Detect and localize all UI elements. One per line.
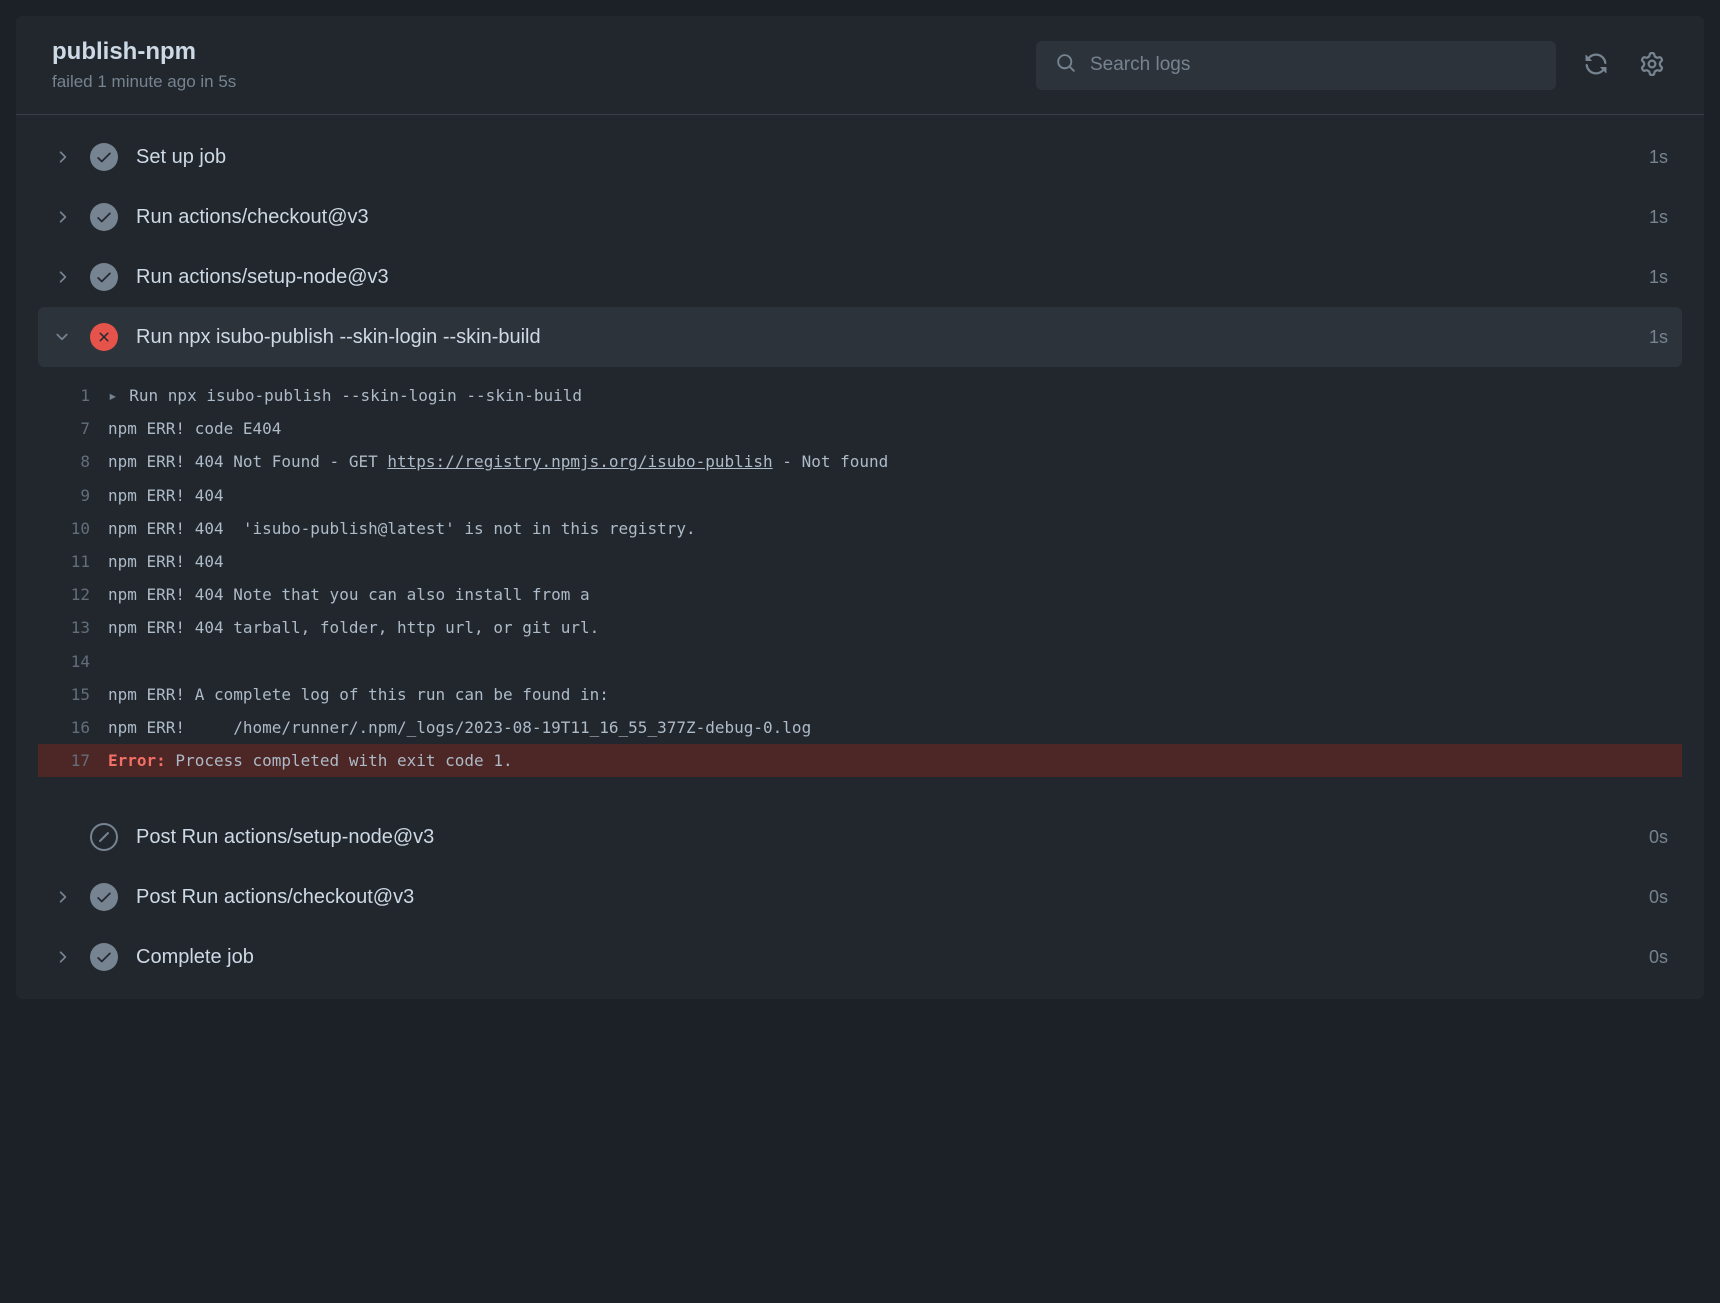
check-circle-icon [90,883,118,911]
step-complete-job[interactable]: Complete job 0s [16,927,1704,987]
expand-triangle-icon[interactable]: ▸ [108,386,127,405]
job-header-right [1036,41,1668,90]
chevron-right-icon [52,147,72,167]
line-content: npm ERR! code E404 [108,415,281,442]
step-duration: 0s [1649,887,1668,908]
job-subtitle: failed 1 minute ago in 5s [52,72,236,92]
step-checkout[interactable]: Run actions/checkout@v3 1s [16,187,1704,247]
job-title: publish-npm [52,38,236,66]
chevron-down-icon [52,327,72,347]
step-duration: 0s [1649,947,1668,968]
line-content: npm ERR! 404 'isubo-publish@latest' is n… [108,515,696,542]
line-content: npm ERR! 404 [108,548,233,575]
step-label: Run actions/setup-node@v3 [136,266,1631,289]
check-circle-icon [90,263,118,291]
line-content: npm ERR! 404 Not Found - GET https://reg… [108,448,888,475]
line-number: 12 [38,581,108,608]
job-header-left: publish-npm failed 1 minute ago in 5s [52,38,236,92]
rerun-button[interactable] [1580,48,1612,83]
chevron-right-icon [52,947,72,967]
line-number: 7 [38,415,108,442]
line-content: npm ERR! 404 tarball, folder, http url, … [108,614,599,641]
job-header: publish-npm failed 1 minute ago in 5s [16,16,1704,115]
line-number: 1 [38,382,108,409]
log-line: 7 npm ERR! code E404 [38,412,1682,445]
log-line: 8 npm ERR! 404 Not Found - GET https://r… [38,445,1682,478]
step-duration: 1s [1649,207,1668,228]
step-label: Complete job [136,946,1631,969]
step-publish[interactable]: Run npx isubo-publish --skin-login --ski… [38,307,1682,367]
log-line: 15 npm ERR! A complete log of this run c… [38,678,1682,711]
x-circle-icon [90,323,118,351]
line-content: npm ERR! A complete log of this run can … [108,681,609,708]
step-setup-job[interactable]: Set up job 1s [16,127,1704,187]
chevron-right-icon [52,267,72,287]
line-content: Error: Process completed with exit code … [108,747,513,774]
check-circle-icon [90,203,118,231]
registry-link[interactable]: https://registry.npmjs.org/isubo-publish [387,452,772,471]
step-label: Post Run actions/setup-node@v3 [136,826,1631,849]
step-post-setup-node[interactable]: Post Run actions/setup-node@v3 0s [16,807,1704,867]
line-number: 9 [38,482,108,509]
chevron-spacer [52,827,72,847]
log-line: 10 npm ERR! 404 'isubo-publish@latest' i… [38,512,1682,545]
step-duration: 1s [1649,327,1668,348]
line-content: npm ERR! 404 [108,482,233,509]
line-number: 17 [38,747,108,774]
search-box[interactable] [1036,41,1556,90]
log-line: 12 npm ERR! 404 Note that you can also i… [38,578,1682,611]
log-line: 1 ▸ Run npx isubo-publish --skin-login -… [38,379,1682,412]
chevron-right-icon [52,207,72,227]
log-line: 9 npm ERR! 404 [38,479,1682,512]
step-duration: 0s [1649,827,1668,848]
line-number: 14 [38,648,108,675]
line-number: 11 [38,548,108,575]
step-label: Run npx isubo-publish --skin-login --ski… [136,326,1631,349]
line-number: 16 [38,714,108,741]
step-label: Post Run actions/checkout@v3 [136,886,1631,909]
step-label: Run actions/checkout@v3 [136,206,1631,229]
log-line: 16 npm ERR! /home/runner/.npm/_logs/2023… [38,711,1682,744]
check-circle-icon [90,943,118,971]
line-content[interactable]: ▸ Run npx isubo-publish --skin-login --s… [108,382,582,409]
step-duration: 1s [1649,267,1668,288]
line-number: 13 [38,614,108,641]
step-label: Set up job [136,146,1631,169]
line-number: 15 [38,681,108,708]
settings-button[interactable] [1636,48,1668,83]
line-content: npm ERR! /home/runner/.npm/_logs/2023-08… [108,714,811,741]
job-log-panel: publish-npm failed 1 minute ago in 5s [16,16,1704,999]
skip-circle-icon [90,823,118,851]
sync-icon [1584,52,1608,79]
search-icon [1056,53,1090,78]
log-line: 14 [38,645,1682,678]
line-number: 10 [38,515,108,542]
line-number: 8 [38,448,108,475]
error-prefix: Error: [108,751,166,770]
step-duration: 1s [1649,147,1668,168]
log-output: 1 ▸ Run npx isubo-publish --skin-login -… [38,367,1682,789]
log-line: 13 npm ERR! 404 tarball, folder, http ur… [38,611,1682,644]
line-content: npm ERR! 404 Note that you can also inst… [108,581,590,608]
log-line-error: 17 Error: Process completed with exit co… [38,744,1682,777]
steps-list: Set up job 1s Run actions/checkout@v3 1s… [16,115,1704,999]
search-input[interactable] [1090,54,1536,76]
chevron-right-icon [52,887,72,907]
gear-icon [1640,52,1664,79]
check-circle-icon [90,143,118,171]
log-line: 11 npm ERR! 404 [38,545,1682,578]
step-post-checkout[interactable]: Post Run actions/checkout@v3 0s [16,867,1704,927]
step-setup-node[interactable]: Run actions/setup-node@v3 1s [16,247,1704,307]
